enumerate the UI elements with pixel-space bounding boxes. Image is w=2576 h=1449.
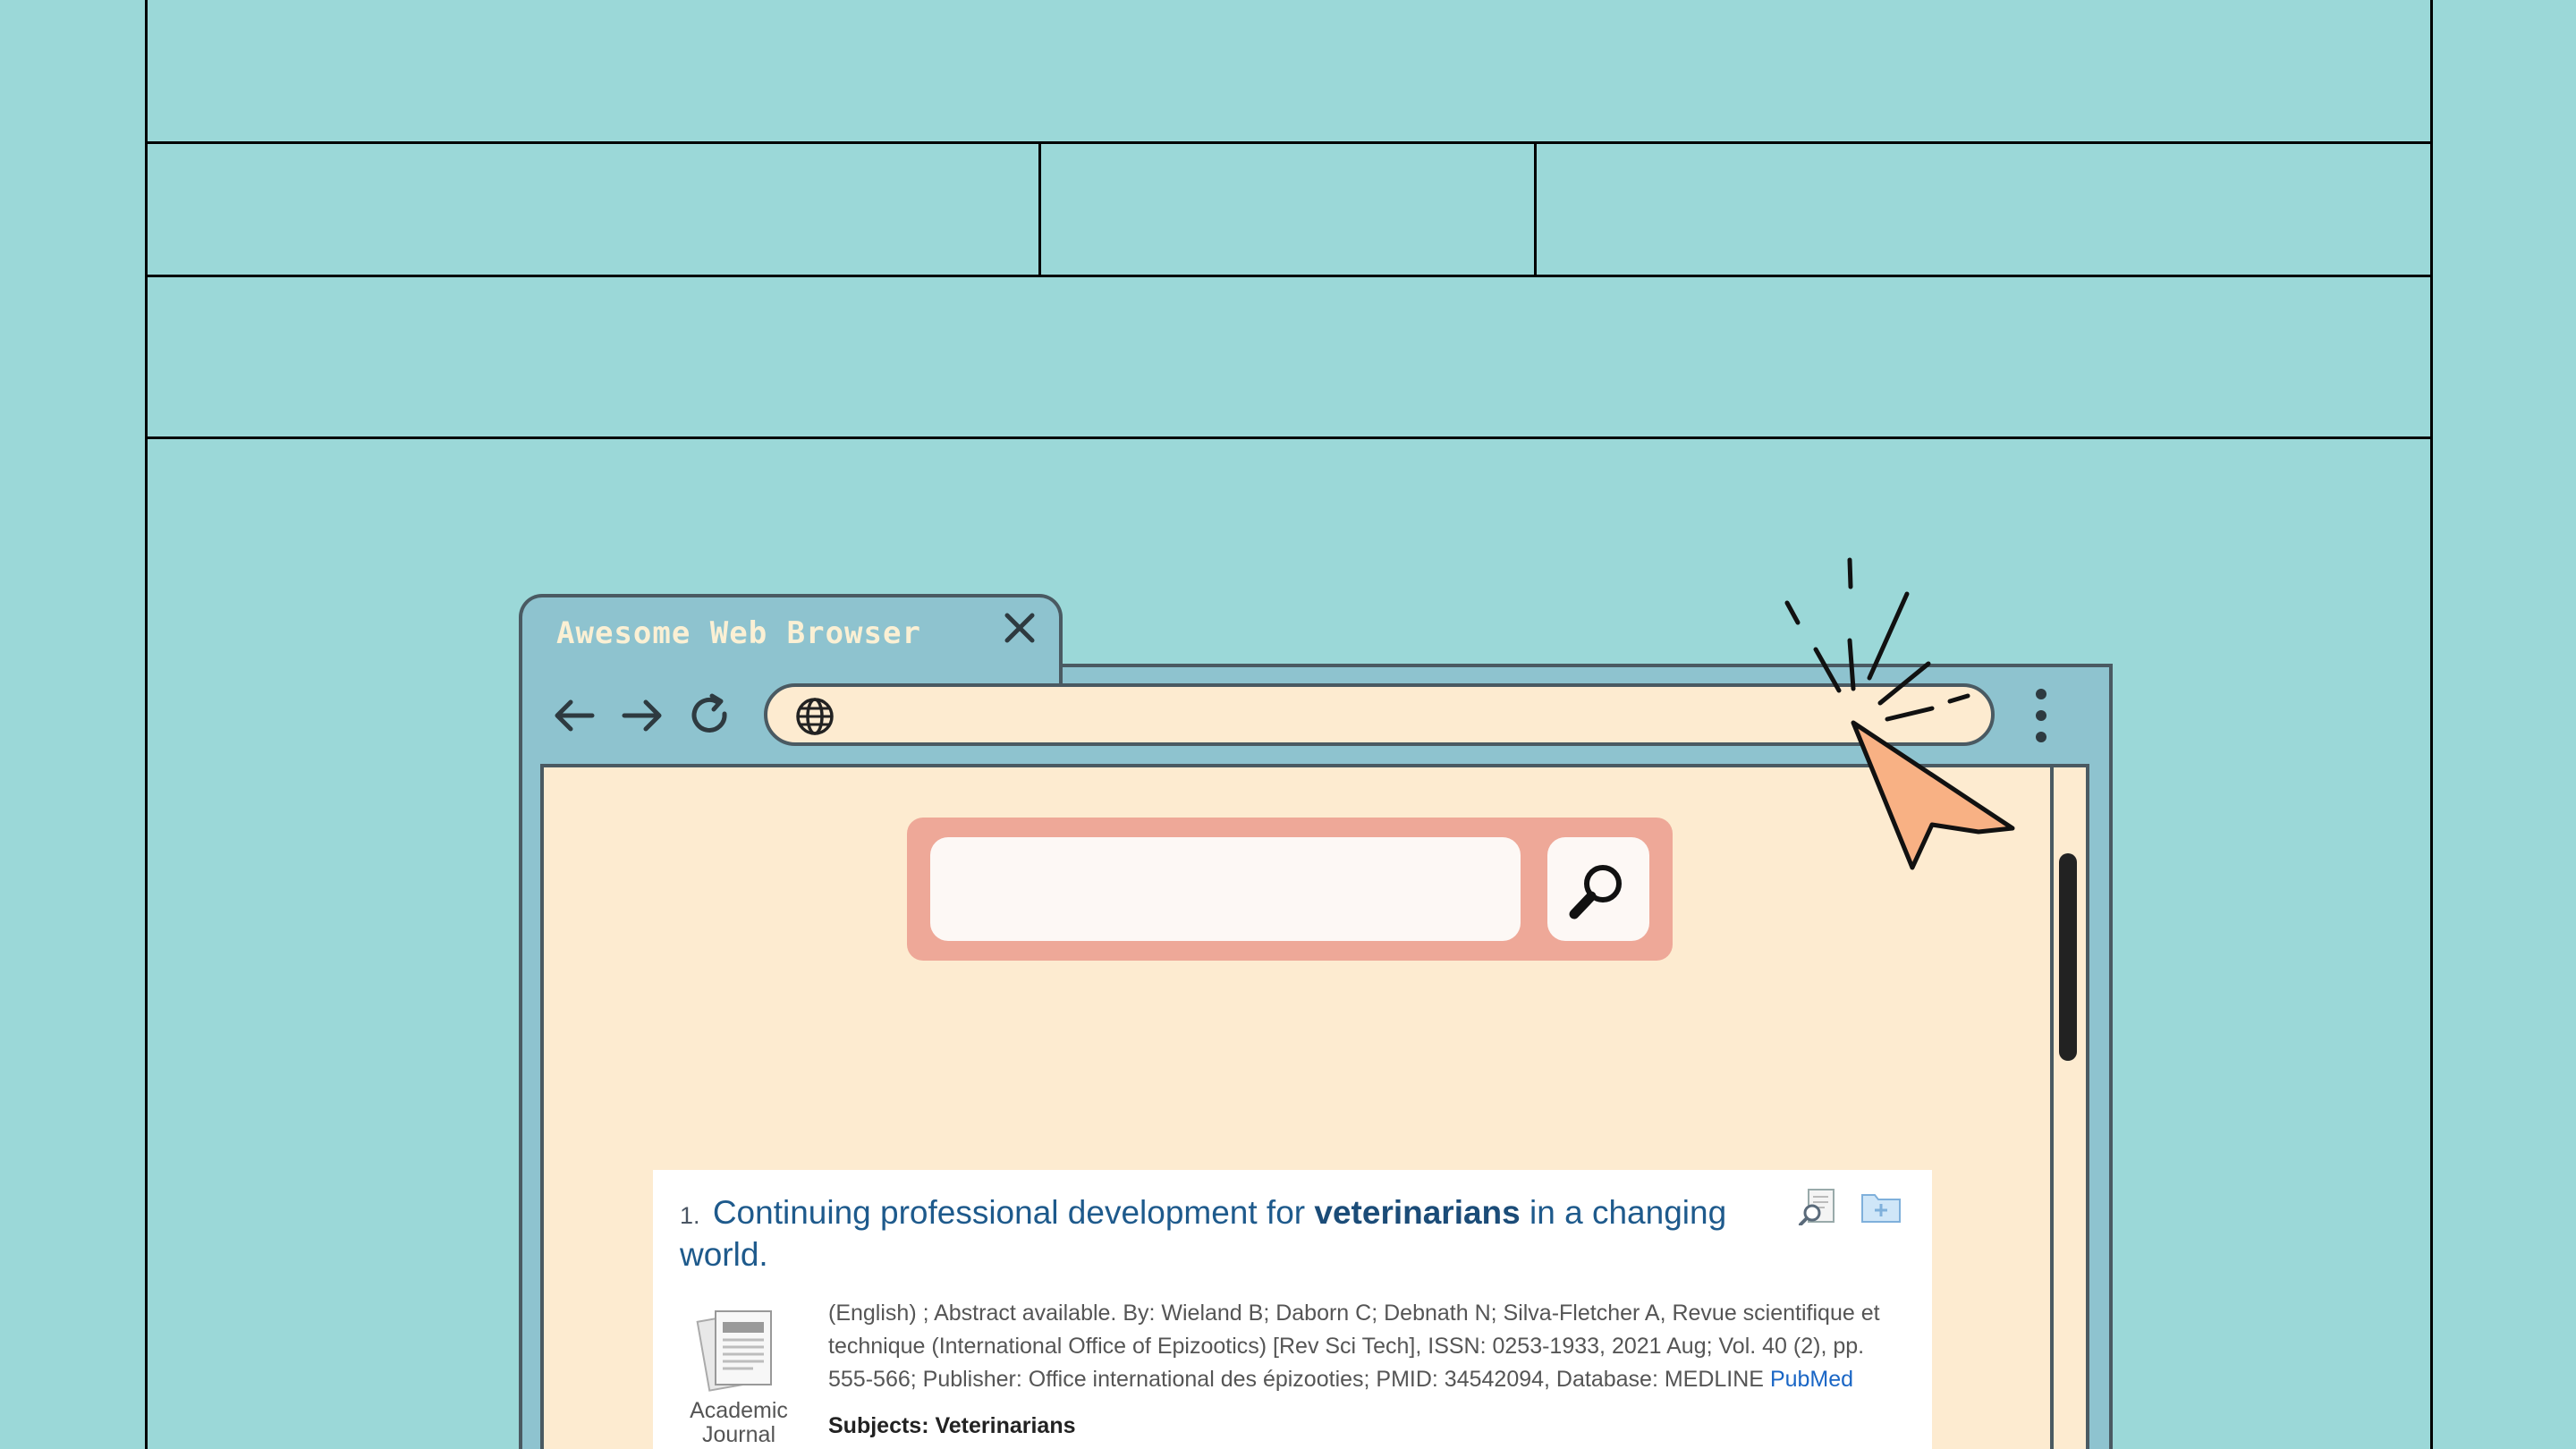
result-metadata-text: (English) ; Abstract available. By: Wiel… xyxy=(828,1301,1880,1392)
arrow-left-icon[interactable] xyxy=(549,691,599,741)
subjects-value[interactable]: Veterinarians xyxy=(935,1413,1075,1438)
frame-divider-1 xyxy=(1038,141,1041,277)
subjects-label: Subjects: xyxy=(828,1413,929,1438)
cursor-click-icon xyxy=(1784,557,2015,870)
scrollbar[interactable] xyxy=(2050,767,2086,1449)
tab-title: Awesome Web Browser xyxy=(556,615,921,651)
result-subjects: Subjects: Veterinarians xyxy=(828,1413,1076,1439)
result-metadata: (English) ; Abstract available. By: Wiel… xyxy=(828,1297,1902,1396)
reload-icon[interactable] xyxy=(685,691,735,741)
search-input[interactable] xyxy=(930,837,1521,941)
academic-journal-icon xyxy=(696,1310,772,1392)
arrow-right-icon[interactable] xyxy=(617,691,667,741)
preview-icon[interactable] xyxy=(1798,1188,1839,1225)
result-title-part[interactable]: Continuing professional development for xyxy=(713,1194,1305,1231)
frame-line-top xyxy=(145,141,2433,144)
search-icon xyxy=(1569,865,1622,919)
result-title-highlight[interactable]: veterinarians xyxy=(1314,1194,1520,1231)
add-to-folder-icon[interactable] xyxy=(1860,1188,1902,1225)
document-type-label: Academic Journal xyxy=(690,1398,788,1447)
frame-divider-2 xyxy=(1534,141,1537,277)
result-number: 1. xyxy=(680,1202,700,1229)
frame-line-lower xyxy=(145,436,2433,439)
frame-line-right xyxy=(2430,0,2433,1449)
result-card: 1. Continuing professional development f… xyxy=(653,1170,1932,1449)
globe-icon xyxy=(796,698,834,735)
search-box xyxy=(907,818,1673,961)
result-title[interactable]: 1. Continuing professional development f… xyxy=(680,1193,1771,1275)
frame-line-middle xyxy=(145,275,2433,277)
browser-tab[interactable]: Awesome Web Browser xyxy=(519,594,1063,683)
pubmed-link[interactable]: PubMed xyxy=(1770,1367,1853,1392)
search-button[interactable] xyxy=(1547,837,1649,941)
scrollbar-thumb[interactable] xyxy=(2059,853,2077,1061)
frame-line-left xyxy=(145,0,148,1449)
close-icon[interactable] xyxy=(1000,608,1039,648)
